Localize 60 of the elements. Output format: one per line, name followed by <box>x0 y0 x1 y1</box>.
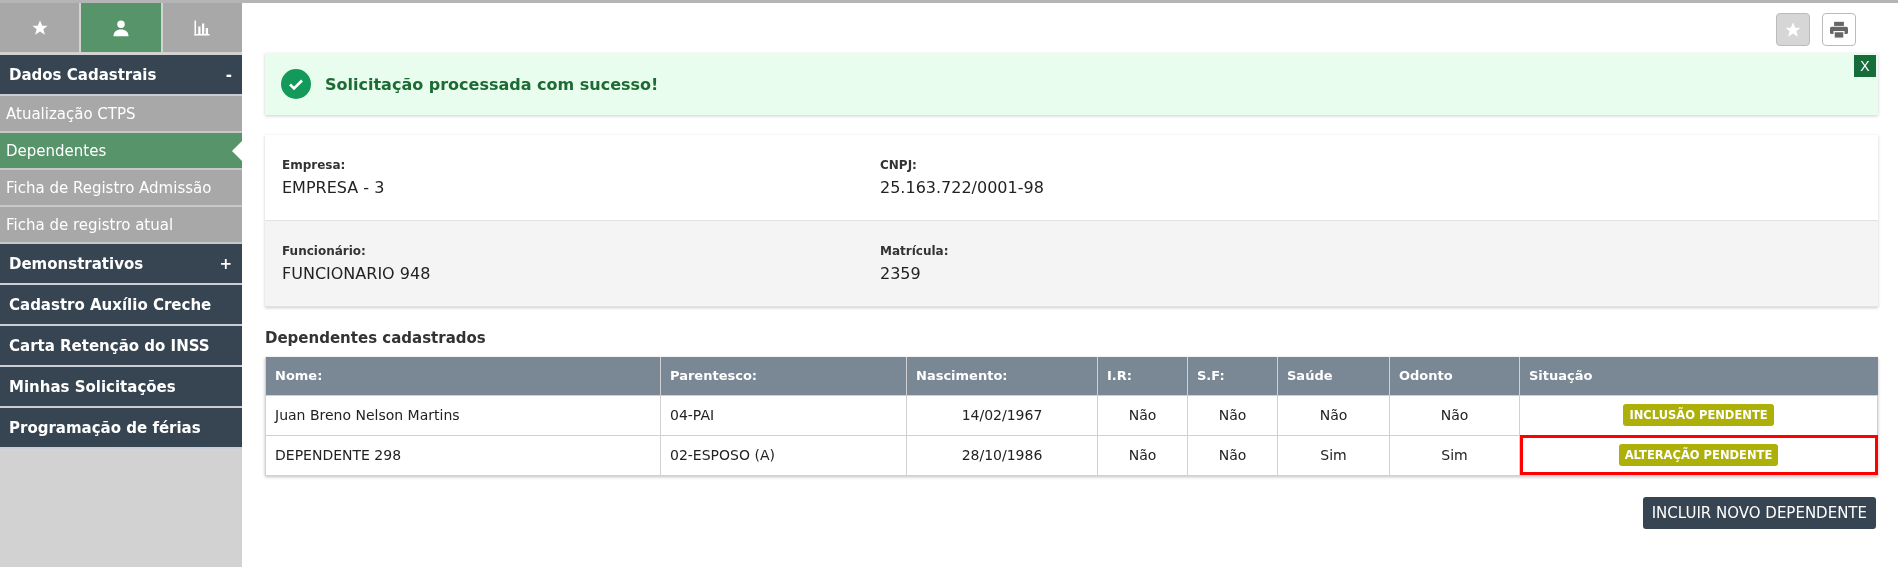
menu-section[interactable]: Minhas Solicitações <box>0 367 242 408</box>
column-header: Nome: <box>265 357 661 395</box>
table-cell: Juan Breno Nelson Martins <box>265 395 661 435</box>
menu-section-label: Programação de férias <box>9 418 201 437</box>
add-dependent-button[interactable]: INCLUIR NOVO DEPENDENTE <box>1642 496 1876 529</box>
table-cell: Não <box>1097 435 1188 475</box>
table-cell: Não <box>1187 435 1278 475</box>
status-badge: INCLUSÃO PENDENTE <box>1623 404 1774 426</box>
menu-section-label: Demonstrativos <box>9 254 144 273</box>
menu-section-label: Cadastro Auxílio Creche <box>9 295 212 314</box>
status-badge: ALTERAÇÃO PENDENTE <box>1618 444 1779 466</box>
table-cell: Não <box>1097 395 1188 435</box>
favorite-button[interactable] <box>1776 13 1810 46</box>
sidebar-tab[interactable] <box>81 3 161 52</box>
check-circle-icon <box>281 69 311 99</box>
menu-section-label: Minhas Solicitações <box>9 377 176 396</box>
print-button[interactable] <box>1822 13 1856 46</box>
table-cell: Sim <box>1277 435 1390 475</box>
sidebar-tab[interactable] <box>0 3 80 52</box>
column-header: Parentesco: <box>660 357 907 395</box>
column-header: Situação <box>1519 357 1878 395</box>
field-label: Funcionário: <box>282 244 367 258</box>
user-icon <box>112 18 130 37</box>
bar-chart-icon <box>193 18 212 37</box>
field-label: CNPJ: <box>880 158 918 172</box>
sidebar-tab[interactable] <box>162 3 242 52</box>
field-label: Matrícula: <box>880 244 950 258</box>
menu-section[interactable]: Cadastro Auxílio Creche <box>0 285 242 326</box>
menu-section-label: Dados Cadastrais <box>9 65 157 84</box>
table-cell: Sim <box>1389 435 1520 475</box>
table-cell: Não <box>1389 395 1520 435</box>
menu-section[interactable]: Demonstrativos + <box>0 244 242 285</box>
menu-section[interactable]: Dados Cadastrais - <box>0 55 242 96</box>
menu-section[interactable]: Programação de férias <box>0 408 242 449</box>
table-cell: 02-ESPOSO (A) <box>660 435 907 475</box>
alert-message: Solicitação processada com sucesso! <box>325 74 659 94</box>
table-cell: DEPENDENTE 298 <box>265 435 661 475</box>
close-button[interactable]: X <box>1854 55 1876 77</box>
section-title: Dependentes cadastrados <box>265 329 487 347</box>
table-cell: Não <box>1277 395 1390 435</box>
menu-item[interactable]: Dependentes <box>0 133 242 170</box>
field-value: EMPRESA - 3 <box>282 178 386 197</box>
column-header: I.R: <box>1097 357 1188 395</box>
toggle-sign: - <box>225 65 232 84</box>
field-value: 2359 <box>880 264 922 283</box>
printer-icon <box>1829 20 1849 39</box>
column-header: S.F: <box>1187 357 1278 395</box>
menu-section[interactable]: Carta Retenção do INSS <box>0 326 242 367</box>
column-header: Nascimento: <box>906 357 1098 395</box>
table-cell: 14/02/1967 <box>906 395 1098 435</box>
menu-section-label: Carta Retenção do INSS <box>9 336 210 355</box>
table-cell: 28/10/1986 <box>906 435 1098 475</box>
table-cell: Não <box>1187 395 1278 435</box>
field-value: FUNCIONARIO 948 <box>282 264 432 283</box>
table-cell: 04-PAI <box>660 395 907 435</box>
field-value: 25.163.722/0001-98 <box>880 178 1045 197</box>
field-label: Empresa: <box>282 158 347 172</box>
column-header: Odonto <box>1389 357 1520 395</box>
toggle-sign: + <box>219 254 232 273</box>
column-header: Saúde <box>1277 357 1390 395</box>
